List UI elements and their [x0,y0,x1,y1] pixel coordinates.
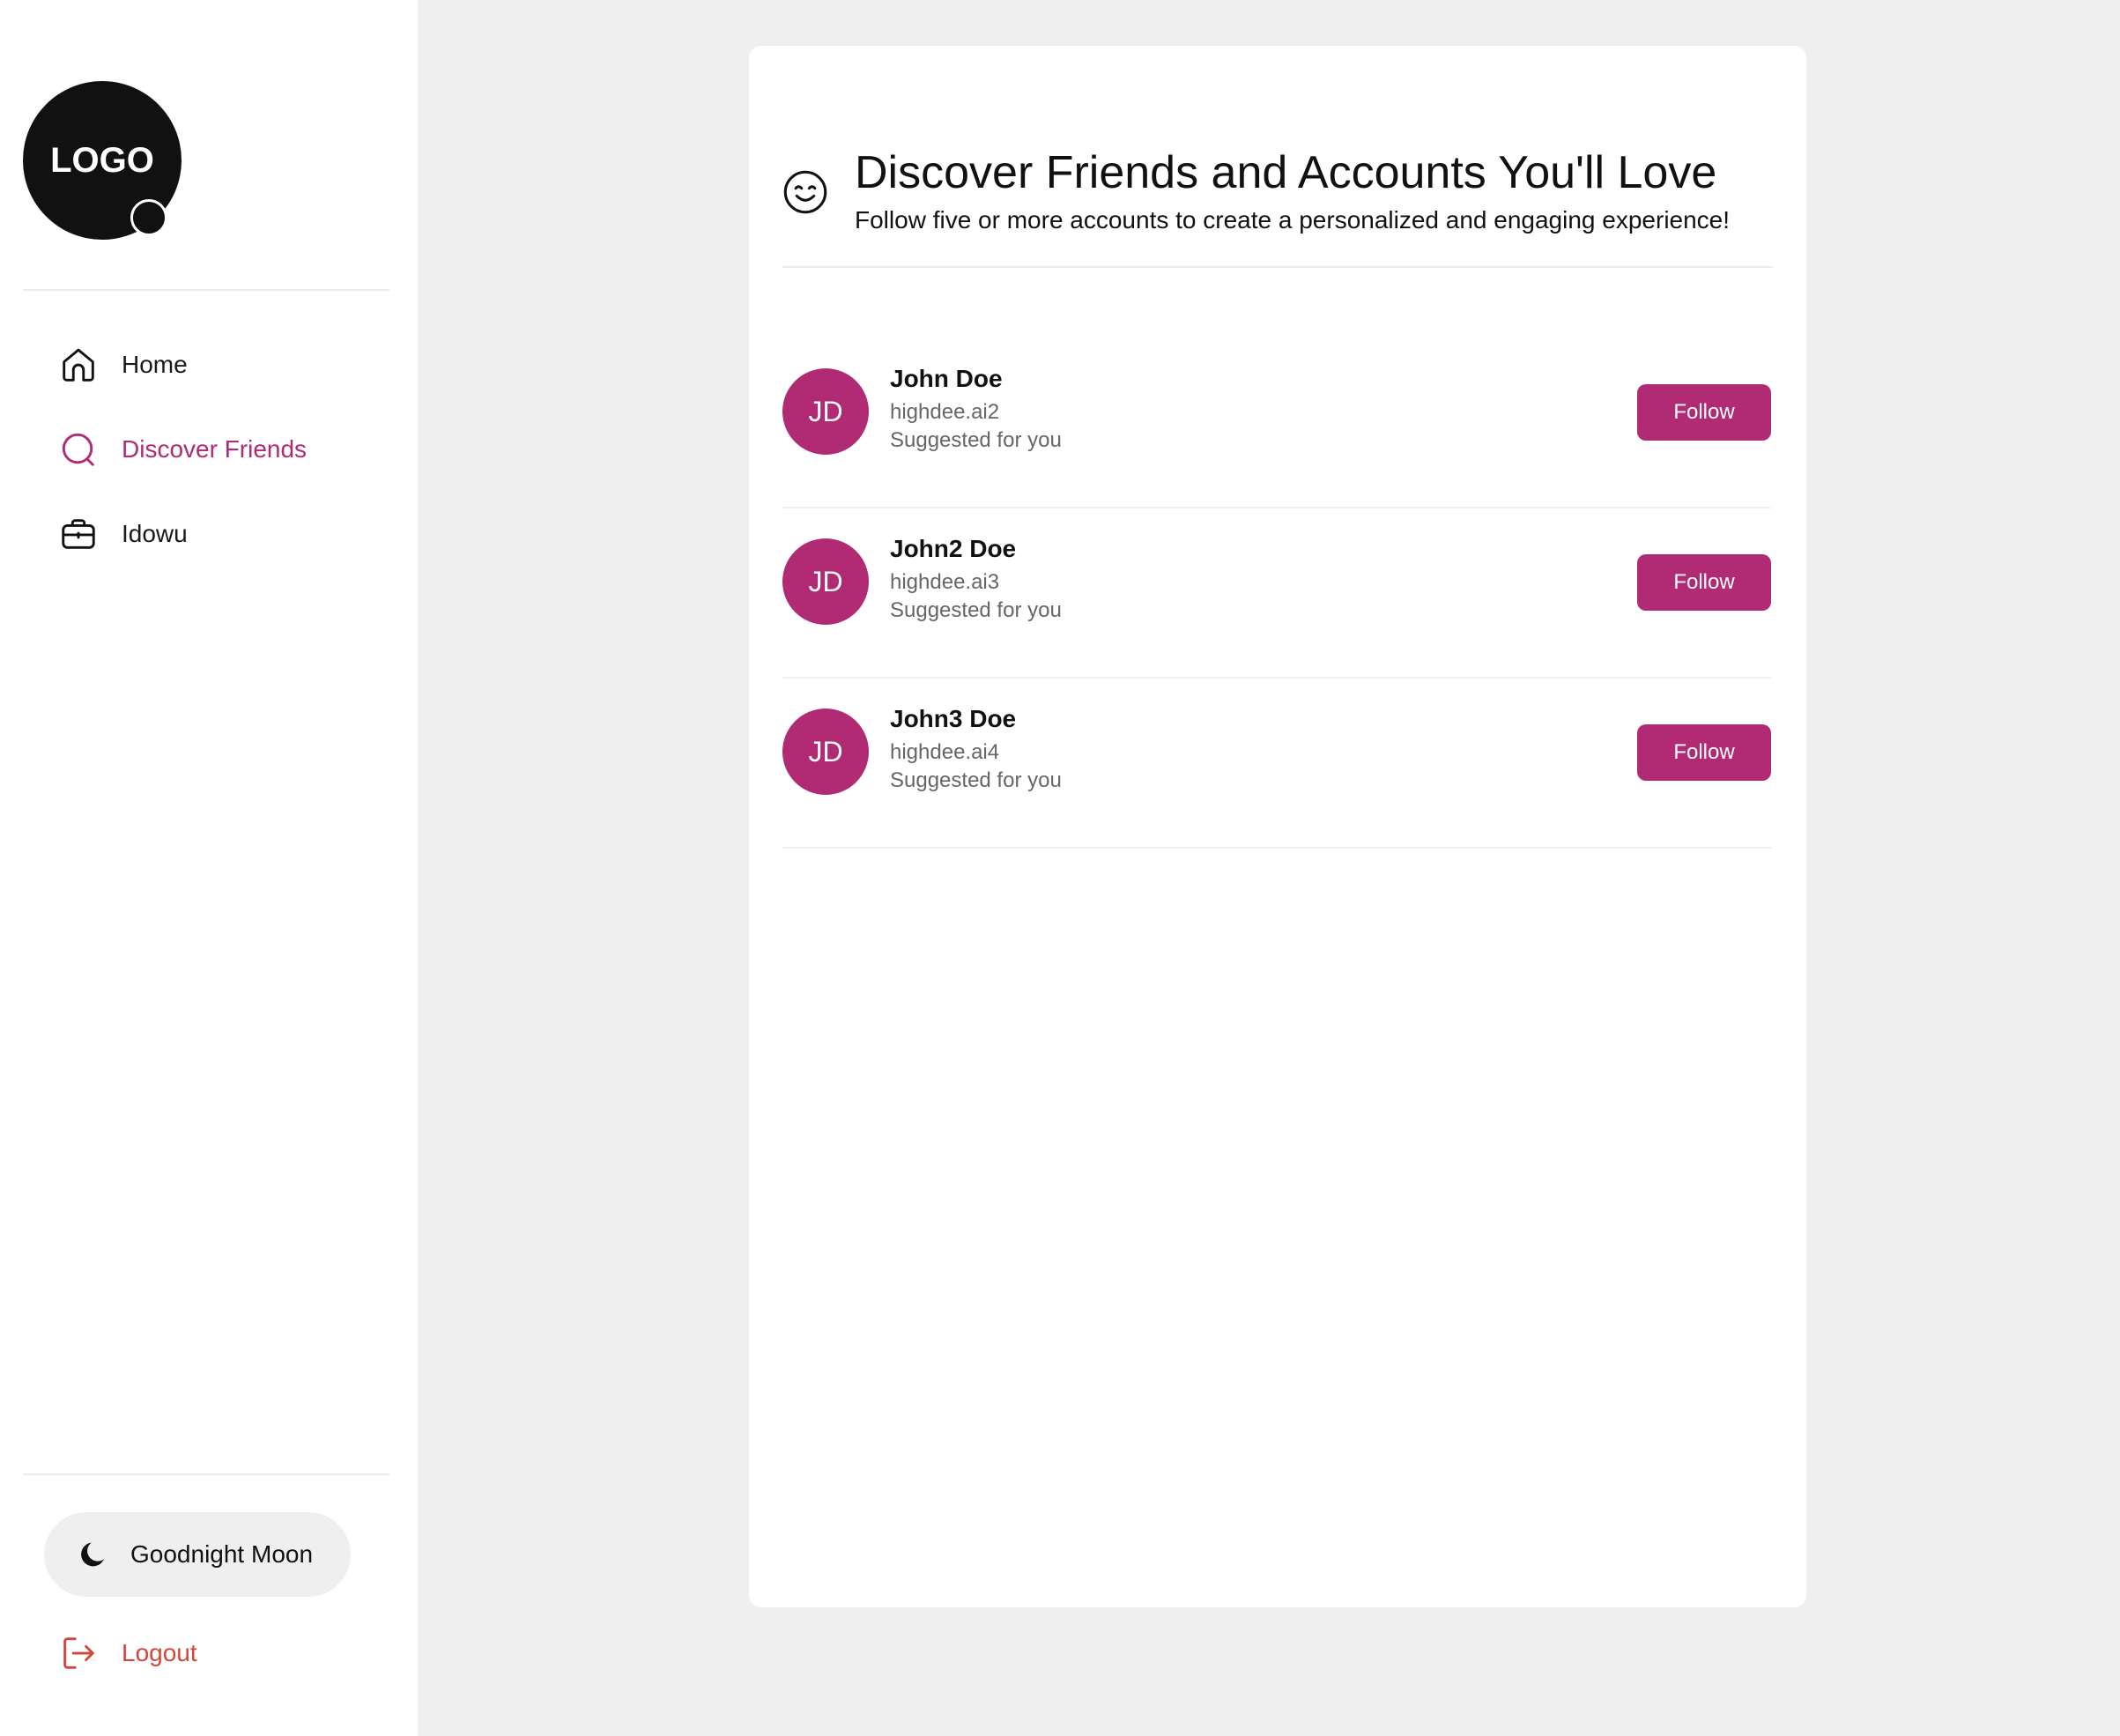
discover-header: Discover Friends and Accounts You'll Lov… [782,99,1773,268]
avatar[interactable]: JD [782,708,869,795]
theme-toggle-label: Goodnight Moon [130,1540,314,1568]
smile-icon [783,170,827,214]
search-icon [62,433,94,466]
moon-icon [81,1542,104,1567]
discover-card: Discover Friends and Accounts You'll Lov… [749,46,1806,1607]
logout-label: Logout [122,1639,197,1666]
sidebar-divider [23,1473,389,1475]
follow-button[interactable]: Follow [1637,554,1771,611]
logout-button[interactable]: Logout [58,1627,197,1680]
logout-icon [63,1637,94,1669]
avatar[interactable]: JD [782,538,869,625]
sidebar-item-home[interactable]: Home [58,338,188,391]
user-handle: highdee.ai2 [890,400,1000,424]
sidebar-item-label: Idowu [122,520,188,547]
user-name[interactable]: John2 Doe [890,535,1016,563]
home-icon [63,348,94,382]
sidebar-divider [23,289,389,291]
suggestion-row: JD John3 Doe highdee.ai4 Suggested for y… [782,679,1771,849]
suggestion-row: JD John2 Doe highdee.ai3 Suggested for y… [782,508,1771,679]
suggestion-note: Suggested for you [890,768,1062,792]
sidebar-item-label: Home [122,351,188,378]
sidebar-item-discover-friends[interactable]: Discover Friends [58,423,307,476]
suggestion-row: JD John Doe highdee.ai2 Suggested for yo… [782,338,1771,508]
sidebar-item-label: Discover Friends [122,435,308,463]
page-title: Discover Friends and Accounts You'll Lov… [855,147,1717,198]
theme-toggle-button[interactable]: Goodnight Moon [44,1512,351,1597]
briefcase-icon [62,519,95,549]
user-name[interactable]: John3 Doe [890,705,1016,733]
follow-button[interactable]: Follow [1637,384,1771,441]
user-name[interactable]: John Doe [890,365,1003,393]
follow-button[interactable]: Follow [1637,724,1771,781]
logo-dot [130,199,167,236]
user-handle: highdee.ai3 [890,570,1000,594]
suggestion-note: Suggested for you [890,428,1062,452]
user-handle: highdee.ai4 [890,740,1000,764]
suggestion-note: Suggested for you [890,598,1062,622]
page-subtitle: Follow five or more accounts to create a… [855,206,1731,234]
sidebar-item-idowu[interactable]: Idowu [58,508,188,560]
sidebar: LOGO Home Discover Friends Idowu Goodnig… [0,0,418,1736]
avatar[interactable]: JD [782,368,869,455]
